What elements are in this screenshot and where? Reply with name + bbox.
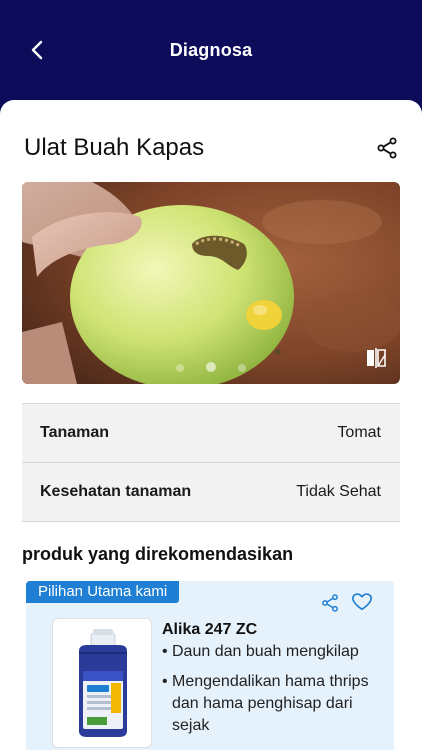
product-benefits: Daun dan buah mengkilap Mengendalikan ha… bbox=[162, 641, 382, 745]
compare-icon[interactable] bbox=[364, 346, 388, 370]
recommended-products-heading: produk yang direkomendasikan bbox=[22, 544, 294, 564]
pest-name-heading: Ulat Buah Kapas bbox=[24, 134, 205, 161]
app-header: Diagnosa bbox=[0, 0, 422, 112]
product-card[interactable]: Pilihan Utama kami Alika 247 ZC • Daun d… bbox=[26, 581, 394, 750]
top-pick-badge: Pilihan Utama kami bbox=[26, 581, 180, 603]
product-bottle-image bbox=[79, 629, 127, 737]
product-image[interactable] bbox=[52, 618, 152, 748]
benefit-item: Daun dan buah mengkilap bbox=[162, 641, 382, 663]
info-label: Kesehatan tanaman bbox=[40, 483, 192, 500]
benefit-item: Mengendalikan hama thrips dan hama pengh… bbox=[162, 671, 382, 737]
share-icon[interactable] bbox=[320, 593, 340, 613]
share-icon[interactable] bbox=[375, 136, 399, 160]
info-label: Tanaman bbox=[40, 424, 110, 441]
info-row-plant: Tanaman Tomat bbox=[22, 404, 400, 463]
carousel-indicators bbox=[22, 362, 400, 372]
page-title: Diagnosa bbox=[169, 40, 253, 60]
content-sheet: Ulat Buah Kapas Tanaman Tomat Kesehatan … bbox=[0, 100, 422, 750]
plant-info-table: Tanaman Tomat Kesehatan tanaman Tidak Se… bbox=[22, 403, 400, 522]
info-value: Tomat bbox=[337, 424, 381, 441]
diagnosis-photo-carousel[interactable] bbox=[22, 182, 400, 384]
carousel-dot[interactable] bbox=[238, 364, 246, 372]
info-value: Tidak Sehat bbox=[296, 483, 381, 500]
heart-icon[interactable] bbox=[351, 591, 373, 613]
diagnosis-photo bbox=[22, 182, 400, 384]
carousel-dot[interactable] bbox=[176, 364, 184, 372]
info-row-plant-health: Kesehatan tanaman Tidak Sehat bbox=[22, 463, 400, 522]
product-name[interactable]: Alika 247 ZC bbox=[162, 621, 257, 639]
carousel-dot-active[interactable] bbox=[206, 362, 216, 372]
